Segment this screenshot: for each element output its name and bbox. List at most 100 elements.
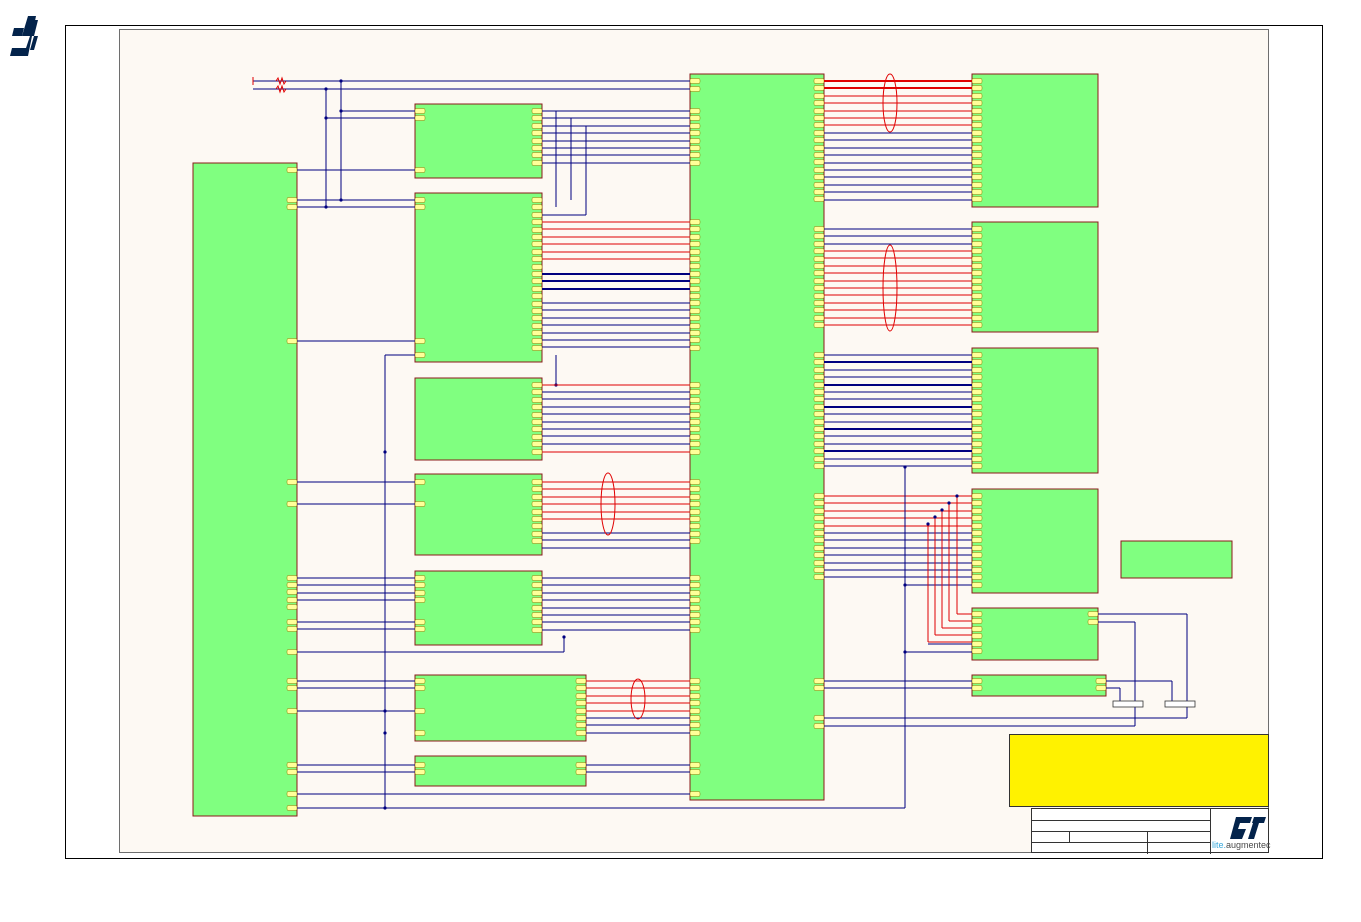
block-right-2	[971, 221, 1099, 333]
pin	[414, 108, 426, 114]
pin	[531, 345, 543, 351]
pin	[813, 537, 825, 543]
pin	[286, 479, 298, 485]
net-junction	[926, 522, 930, 526]
net-junction	[933, 515, 937, 519]
pin	[531, 590, 543, 596]
pin	[971, 78, 983, 84]
pin	[689, 531, 701, 537]
pin	[813, 78, 825, 84]
block-right-5	[971, 607, 1099, 661]
block-right-1	[971, 73, 1099, 208]
pin	[531, 293, 543, 299]
pin	[813, 108, 825, 114]
diff-pair-marker	[630, 678, 646, 720]
pin	[286, 678, 298, 684]
pin	[531, 597, 543, 603]
pin	[531, 197, 543, 203]
pin	[971, 678, 983, 684]
pin	[286, 685, 298, 691]
pin	[971, 448, 983, 454]
pin	[971, 523, 983, 529]
pin	[813, 426, 825, 432]
pin	[531, 204, 543, 210]
pin	[531, 145, 543, 151]
pin	[971, 515, 983, 521]
pin	[689, 293, 701, 299]
pin	[575, 715, 587, 721]
pin	[689, 434, 701, 440]
pin	[813, 182, 825, 188]
pin	[971, 567, 983, 573]
pin	[531, 152, 543, 158]
pin	[971, 270, 983, 276]
pin	[414, 115, 426, 121]
pin	[971, 130, 983, 136]
pin	[531, 130, 543, 136]
pin	[971, 167, 983, 173]
note-box	[1009, 734, 1269, 807]
pin	[971, 389, 983, 395]
pin	[813, 189, 825, 195]
block-mid-5	[414, 570, 543, 646]
pin	[813, 396, 825, 402]
pin	[286, 582, 298, 588]
pin	[286, 769, 298, 775]
pin	[531, 123, 543, 129]
pin	[689, 263, 701, 269]
pin	[689, 308, 701, 314]
net-junction	[383, 450, 387, 454]
pin	[813, 137, 825, 143]
pin	[971, 367, 983, 373]
pin	[689, 382, 701, 388]
pin	[286, 805, 298, 811]
pin	[813, 100, 825, 106]
pin	[286, 619, 298, 625]
pin	[689, 412, 701, 418]
pin	[689, 627, 701, 633]
pin	[813, 307, 825, 313]
pin	[414, 479, 426, 485]
pin	[689, 700, 701, 706]
pin	[689, 389, 701, 395]
pin	[286, 762, 298, 768]
pin	[689, 516, 701, 522]
pin	[813, 315, 825, 321]
pin	[286, 597, 298, 603]
pin	[531, 323, 543, 329]
pin	[813, 530, 825, 536]
pin	[971, 300, 983, 306]
pin	[813, 256, 825, 262]
net-junction	[947, 501, 951, 505]
pin	[531, 108, 543, 114]
pin	[971, 152, 983, 158]
pin	[531, 241, 543, 247]
pin	[813, 270, 825, 276]
pin	[531, 426, 543, 432]
pin	[575, 678, 587, 684]
pin	[971, 618, 983, 624]
pin	[414, 685, 426, 691]
pin	[971, 352, 983, 358]
pin	[971, 108, 983, 114]
pin	[531, 212, 543, 218]
pin	[531, 115, 543, 121]
pin	[689, 130, 701, 136]
pin	[813, 352, 825, 358]
pin	[689, 538, 701, 544]
pin	[971, 374, 983, 380]
pin	[971, 419, 983, 425]
pin	[689, 397, 701, 403]
pin	[813, 263, 825, 269]
pin	[531, 219, 543, 225]
pin	[813, 419, 825, 425]
pin	[414, 626, 426, 632]
pin	[813, 545, 825, 551]
pin	[575, 685, 587, 691]
pin	[414, 619, 426, 625]
pin	[531, 516, 543, 522]
pin	[689, 441, 701, 447]
pin	[971, 145, 983, 151]
pin	[971, 641, 983, 647]
pin	[971, 582, 983, 588]
